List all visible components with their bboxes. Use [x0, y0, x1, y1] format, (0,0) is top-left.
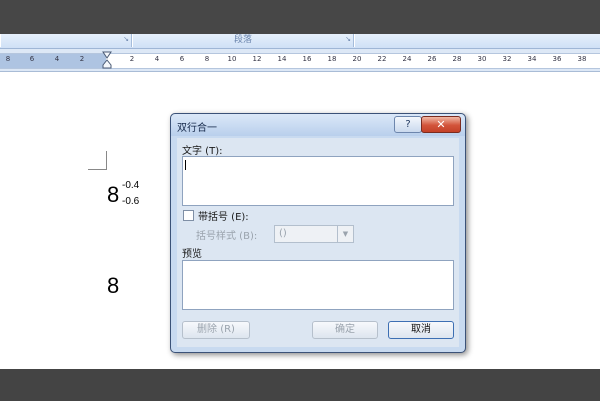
close-icon: ✕ [436, 118, 446, 131]
combine-characters-dialog: 双行合一 ? ✕ 文字 (T): 带括号 (E): 括号样式 (B): () ▼… [170, 113, 466, 353]
ruler-tick: 32 [502, 55, 512, 63]
ruler-tick: 16 [302, 55, 312, 63]
ruler-tick: 20 [352, 55, 362, 63]
ruler-tick: 28 [452, 55, 462, 63]
ruler-tick: 2 [129, 55, 135, 63]
indent-marker-icon[interactable] [102, 51, 112, 69]
brackets-checkbox[interactable] [183, 210, 194, 221]
dialog-body: 文字 (T): 带括号 (E): 括号样式 (B): () ▼ 预览 删除 (R… [177, 138, 459, 347]
text-input[interactable] [182, 156, 454, 206]
ruler-tick: 4 [154, 55, 160, 63]
superscript-text: -0.4 [122, 180, 140, 191]
ruler-margin-area [0, 53, 106, 69]
bracket-style-value: () [279, 228, 287, 239]
subscript-text: -0.6 [122, 196, 140, 207]
brackets-label[interactable]: 带括号 (E): [198, 208, 249, 223]
ruler-tick: 10 [227, 55, 237, 63]
text-label: 文字 (T): [182, 146, 223, 157]
close-button[interactable]: ✕ [421, 116, 461, 133]
text-cursor [185, 160, 186, 170]
window-bottom-bar [0, 369, 600, 401]
ruler-tick: 34 [527, 55, 537, 63]
dialog-launcher-icon[interactable]: ↘ [345, 35, 351, 43]
ribbon-group-font: ↘ [0, 34, 132, 47]
ruler-tick: 8 [5, 55, 11, 63]
preview-label: 预览 [182, 249, 202, 260]
ruler-tick: 24 [402, 55, 412, 63]
ruler-tick: 18 [327, 55, 337, 63]
ribbon-group-paragraph: 段落 ↘ [132, 34, 354, 47]
ruler-tick: 8 [204, 55, 210, 63]
ruler-tick: 26 [427, 55, 437, 63]
ribbon-strip: ↘ 段落 ↘ [0, 34, 600, 49]
bracket-style-label: 括号样式 (B): [196, 231, 258, 242]
ruler-tick: 6 [29, 55, 35, 63]
ribbon-group-styles [354, 34, 600, 47]
document-text-base: 8 [107, 182, 120, 207]
window-top-bar [0, 0, 600, 34]
bracket-style-select[interactable]: () ▼ [274, 225, 354, 243]
ribbon-group-label: 段落 [233, 35, 252, 45]
help-button[interactable]: ? [394, 116, 422, 133]
document-text-base: 8 [107, 273, 120, 298]
delete-button[interactable]: 删除 (R) [182, 321, 250, 339]
ruler-tick: 6 [179, 55, 185, 63]
chevron-down-icon: ▼ [337, 226, 353, 242]
cancel-button[interactable]: 取消 [388, 321, 454, 339]
ruler-tick: 2 [79, 55, 85, 63]
margin-corner-mark [88, 151, 107, 170]
ruler-tick: 12 [252, 55, 262, 63]
ruler-tick: 22 [377, 55, 387, 63]
horizontal-ruler[interactable]: 8 6 4 2 2 4 6 8 10 12 14 16 18 20 22 24 … [0, 49, 600, 72]
dialog-title-bar[interactable]: 双行合一 ? ✕ [171, 114, 465, 136]
preview-box [182, 260, 454, 310]
help-icon: ? [405, 119, 411, 130]
ruler-tick: 4 [54, 55, 60, 63]
ok-button[interactable]: 确定 [312, 321, 378, 339]
ruler-tick: 36 [552, 55, 562, 63]
ruler-tick: 14 [277, 55, 287, 63]
dialog-launcher-icon[interactable]: ↘ [123, 35, 129, 43]
ruler-tick: 30 [477, 55, 487, 63]
ruler-tick: 38 [577, 55, 587, 63]
dialog-title: 双行合一 [177, 123, 217, 134]
